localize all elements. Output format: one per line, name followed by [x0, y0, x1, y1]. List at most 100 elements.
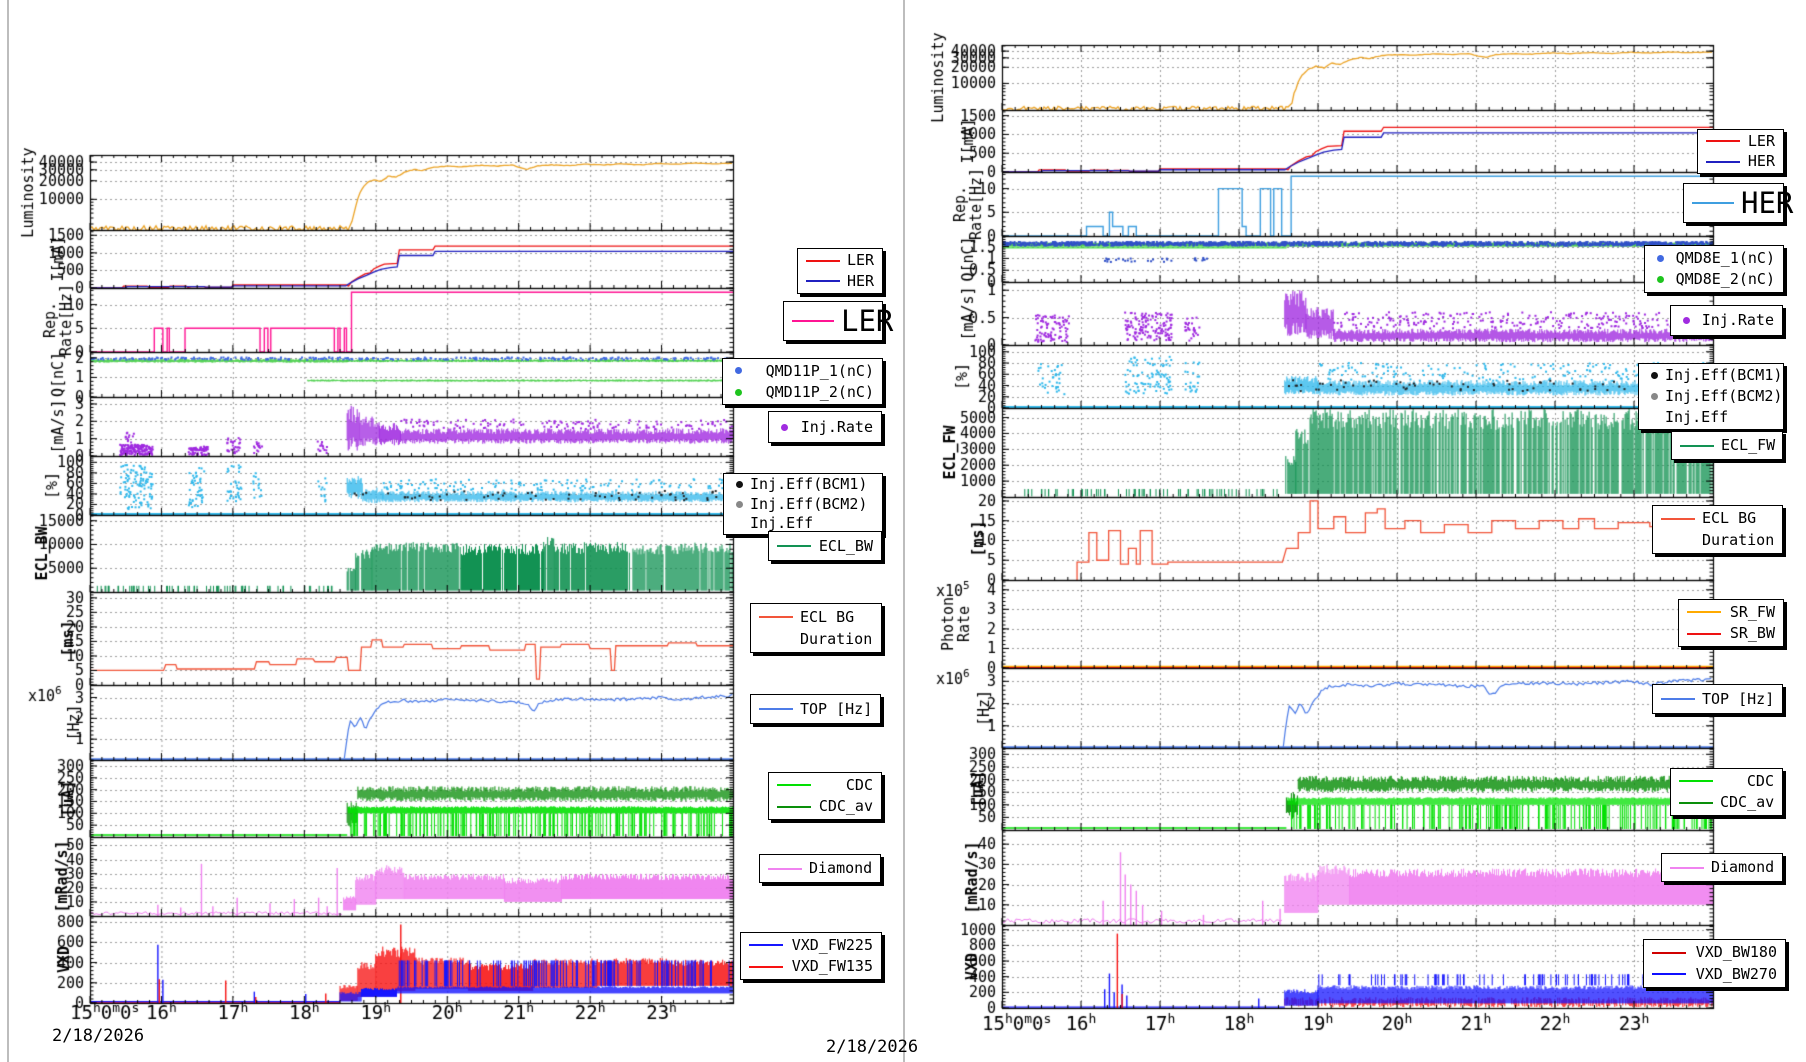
bunch-charge-legend-label: QMD8E_2(nC)	[1671, 270, 1775, 289]
ecl-legend-label: ECL_FW	[1721, 436, 1775, 455]
beam-current-line-swatch	[1706, 140, 1740, 142]
vxd-legend-label: VXD_BW180	[1693, 943, 1777, 962]
ecl-line-swatch	[1680, 445, 1714, 447]
vxd-line-swatch	[1652, 952, 1686, 954]
legend-item: Inj.Eff(BCM1)	[1639, 366, 1783, 385]
beam-current-legend-label: HER	[847, 272, 874, 291]
legend-item: LER	[798, 251, 882, 270]
injection-efficiency-dot-swatch	[736, 481, 743, 488]
legend-diamond-left: Diamond	[759, 854, 881, 883]
legend-item: CDC_av	[769, 797, 881, 816]
sr-legend-label: SR_BW	[1728, 624, 1775, 643]
legend-item: TOP [Hz]	[751, 700, 880, 719]
legend-item: LER	[1698, 132, 1783, 151]
injection-efficiency-dot-swatch	[736, 501, 743, 508]
legend-beam-current-right: LERHER	[1697, 129, 1784, 174]
legend-item: VXD_FW135	[741, 957, 881, 976]
legend-item: QMD8E_1(nC)	[1645, 249, 1783, 268]
beam-monitor-screen: LERHERLERQMD11P_1(nC)QMD11P_2(nC)Inj.Rat…	[0, 0, 1806, 1062]
injection-efficiency-legend-label: Inj.Eff(BCM1)	[750, 475, 874, 494]
legend-item: VXD_BW270	[1644, 965, 1785, 984]
ring-label-legend-label: HER	[1741, 185, 1793, 221]
vxd-line-swatch	[749, 944, 783, 946]
legend-ring-label-right: HER	[1683, 183, 1784, 223]
ring-label-legend-label: LER	[841, 303, 893, 339]
legend-item: VXD_FW225	[741, 936, 881, 955]
swatch-spacer	[736, 523, 743, 524]
legend-item: ECL_FW	[1672, 436, 1782, 455]
cdc-legend-label: CDC	[818, 776, 873, 795]
ecl-bg-legend-label: ECL BG	[800, 608, 873, 627]
legend-item: Diamond	[760, 859, 880, 878]
legend-item: CDC	[1671, 772, 1782, 791]
legend-ring-label-left: LER	[783, 301, 883, 341]
legend-item: QMD11P_2(nC)	[723, 383, 882, 402]
injection-efficiency-dot-swatch	[1651, 393, 1658, 400]
ecl-line-swatch	[777, 545, 811, 547]
legend-item: Inj.Eff	[1639, 408, 1783, 427]
legend-item: CDC	[769, 776, 881, 795]
beam-current-legend-label: HER	[1747, 152, 1775, 171]
legend-item: Inj.Eff(BCM1)	[724, 475, 882, 494]
beam-current-legend-label: LER	[1747, 132, 1775, 151]
cdc-line-swatch	[1679, 802, 1713, 804]
legend-item: HER	[798, 272, 882, 291]
legend-top-left: TOP [Hz]	[750, 694, 881, 724]
sr-line-swatch	[1687, 611, 1721, 613]
legend-ecl-left: ECL_BW	[768, 531, 882, 561]
top-legend-label: TOP [Hz]	[1702, 690, 1774, 709]
cdc-legend-label: CDC_av	[1720, 793, 1774, 812]
diamond-line-swatch	[1670, 867, 1704, 869]
window-divider	[903, 0, 905, 1062]
top-line-swatch	[1661, 698, 1695, 700]
window-border-left	[7, 0, 9, 1062]
bunch-charge-dot-swatch	[735, 389, 742, 396]
injection-efficiency-dot-swatch	[1651, 372, 1658, 379]
legend-top-right: TOP [Hz]	[1652, 684, 1783, 714]
bunch-charge-legend-label: QMD11P_2(nC)	[749, 383, 874, 402]
legend-bunch-charge-right: QMD8E_1(nC) QMD8E_2(nC)	[1644, 245, 1784, 293]
legend-vxd-left: VXD_FW225 VXD_FW135	[740, 932, 882, 980]
vxd-legend-label: VXD_FW135	[790, 957, 873, 976]
cdc-legend-label: CDC_av	[818, 797, 873, 816]
injection-rate-dot-swatch	[1683, 317, 1690, 324]
swatch-spacer	[1661, 540, 1695, 541]
top-line-swatch	[759, 708, 793, 710]
beam-current-line-swatch	[1706, 161, 1740, 163]
legend-item: ECL BG	[1653, 509, 1782, 528]
legend-item: VXD_BW180	[1644, 943, 1785, 962]
legend-vxd-right: VXD_BW180 VXD_BW270	[1643, 939, 1786, 988]
legend-item: SR_FW	[1679, 603, 1783, 622]
ring-label-line-swatch	[792, 320, 834, 322]
vxd-line-swatch	[1652, 973, 1686, 975]
legend-cdc-right: CDC CDC_av	[1670, 768, 1783, 816]
injection-rate-legend-label: Inj.Rate	[1697, 311, 1774, 330]
bunch-charge-dot-swatch	[1657, 276, 1664, 283]
cdc-line-swatch	[1679, 780, 1713, 782]
cdc-line-swatch	[777, 806, 811, 808]
injection-efficiency-legend-label: Inj.Eff(BCM2)	[1665, 387, 1782, 406]
date-label-right: 2/18/2026	[826, 1037, 918, 1057]
legend-ecl-right: ECL_FW	[1671, 431, 1783, 460]
legend-ecl-bg-left: ECL BGDuration	[750, 603, 882, 653]
legend-item: QMD8E_2(nC)	[1645, 270, 1783, 289]
legend-diamond-right: Diamond	[1661, 853, 1783, 882]
legend-item: Inj.Rate	[769, 418, 881, 437]
legend-item: Duration	[1653, 531, 1782, 550]
legend-bunch-charge-left: QMD11P_1(nC) QMD11P_2(nC)	[722, 358, 883, 405]
legend-injection-efficiency-right: Inj.Eff(BCM1) Inj.Eff(BCM2) Inj.Eff	[1638, 363, 1784, 430]
beam-current-legend-label: LER	[847, 251, 874, 270]
legend-item: LER	[784, 303, 882, 339]
sr-line-swatch	[1687, 633, 1721, 635]
diamond-line-swatch	[768, 868, 802, 870]
cdc-legend-label: CDC	[1720, 772, 1774, 791]
beam-current-line-swatch	[806, 280, 840, 282]
vxd-line-swatch	[749, 966, 783, 968]
bunch-charge-legend-label: QMD8E_1(nC)	[1671, 249, 1775, 268]
legend-item: CDC_av	[1671, 793, 1782, 812]
legend-item: ECL BG	[751, 608, 881, 627]
legend-sr-right: SR_FW SR_BW	[1678, 599, 1784, 647]
legend-item: QMD11P_1(nC)	[723, 362, 882, 381]
bunch-charge-legend-label: QMD11P_1(nC)	[749, 362, 874, 381]
ecl-bg-legend-label: Duration	[1702, 531, 1774, 550]
